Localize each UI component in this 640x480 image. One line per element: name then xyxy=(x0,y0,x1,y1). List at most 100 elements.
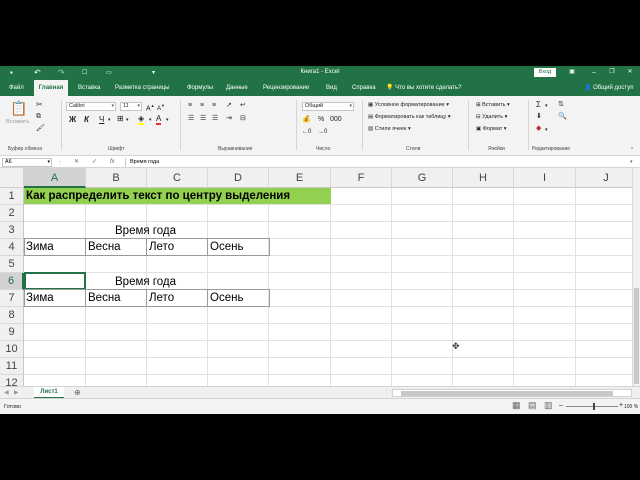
format-painter-icon[interactable]: 🖌 xyxy=(36,124,45,134)
row-header-8[interactable]: 8 xyxy=(0,307,24,324)
tab-home[interactable]: Главная xyxy=(34,80,68,96)
add-sheet-icon[interactable]: ⊕ xyxy=(74,389,81,397)
align-right-icon[interactable]: ☰ xyxy=(212,114,218,124)
align-bottom-icon[interactable]: ≡ xyxy=(212,101,216,111)
zoom-level[interactable]: 100 % xyxy=(624,403,638,411)
split-handle-icon[interactable]: ⋮ xyxy=(384,389,389,397)
find-select-icon[interactable]: 🔍 xyxy=(558,112,567,122)
wrap-text-icon[interactable]: ↵ xyxy=(240,101,246,111)
formula-input[interactable]: Время года xyxy=(125,158,638,167)
tell-me-box[interactable]: 💡 Что вы хотите сделать? xyxy=(386,80,461,96)
zoom-out-icon[interactable]: – xyxy=(559,402,563,410)
borders-dropdown-icon[interactable]: ▾ xyxy=(126,116,129,124)
zoom-slider-thumb[interactable] xyxy=(593,403,595,410)
underline-dropdown-icon[interactable]: ▾ xyxy=(108,116,111,124)
tab-view[interactable]: Вид xyxy=(326,80,337,96)
grow-font-icon[interactable]: A▲ xyxy=(146,102,155,113)
borders-icon[interactable]: ⊞ xyxy=(117,115,124,123)
font-name-combo[interactable]: Calibri ▾ xyxy=(66,102,116,111)
insert-function-icon[interactable]: fx xyxy=(110,158,115,167)
fill-color-dropdown-icon[interactable]: ▾ xyxy=(149,116,152,124)
column-header-a[interactable]: A xyxy=(24,168,86,188)
scroll-right-icon[interactable]: ▶ xyxy=(14,389,19,397)
column-header-b[interactable]: B xyxy=(86,168,147,188)
collapse-ribbon-icon[interactable]: ⌃ xyxy=(630,146,634,154)
tab-insert[interactable]: Вставка xyxy=(78,80,100,96)
signin-button[interactable]: Вход xyxy=(534,68,556,77)
autosum-dropdown-icon[interactable]: ▾ xyxy=(545,102,548,110)
cancel-icon[interactable]: ✕ xyxy=(74,158,79,167)
insert-cells-button[interactable]: ⊞ Вставить ▾ xyxy=(476,101,510,109)
fill-color-icon[interactable]: ◈ xyxy=(138,115,145,125)
zoom-slider[interactable] xyxy=(566,406,618,407)
conditional-formatting-button[interactable]: ▦ Условное форматирование ▾ xyxy=(368,101,449,109)
align-left-icon[interactable]: ☰ xyxy=(188,114,194,124)
font-size-combo[interactable]: 11 ▾ xyxy=(120,102,142,111)
row-header-10[interactable]: 10 xyxy=(0,341,24,358)
align-top-icon[interactable]: ≡ xyxy=(188,101,192,111)
restore-button[interactable]: ❐ xyxy=(606,67,618,78)
increase-decimal-icon[interactable]: ←0 xyxy=(302,128,311,136)
align-middle-icon[interactable]: ≡ xyxy=(200,101,204,111)
cell-c4[interactable]: Лето xyxy=(147,239,174,256)
normal-view-icon[interactable]: ▦ xyxy=(512,401,521,410)
cell-c7[interactable]: Лето xyxy=(147,290,174,307)
tab-data[interactable]: Данные xyxy=(226,80,248,96)
shrink-font-icon[interactable]: A▼ xyxy=(157,102,165,113)
bold-button[interactable]: Ж xyxy=(69,116,76,124)
close-button[interactable]: ✕ xyxy=(624,67,636,78)
cell-a7[interactable]: Зима xyxy=(24,290,54,307)
page-break-view-icon[interactable]: ▥ xyxy=(544,401,553,410)
enter-icon[interactable]: ✓ xyxy=(92,158,97,167)
thousands-separator-icon[interactable]: 000 xyxy=(330,116,342,124)
number-format-combo[interactable]: Общий ▾ xyxy=(302,102,354,111)
percent-icon[interactable]: % xyxy=(318,116,324,124)
row-header-9[interactable]: 9 xyxy=(0,324,24,341)
row-header-7[interactable]: 7 xyxy=(0,290,24,307)
ribbon-display-options-icon[interactable]: ▣ xyxy=(566,67,578,78)
column-header-e[interactable]: E xyxy=(269,168,331,188)
format-as-table-button[interactable]: ▤ Форматировать как таблицу ▾ xyxy=(368,113,451,121)
currency-icon[interactable]: 💰 xyxy=(302,116,311,124)
row-header-5[interactable]: 5 xyxy=(0,256,24,273)
scroll-left-icon[interactable]: ◀ xyxy=(4,389,9,397)
align-center-icon[interactable]: ☰ xyxy=(200,114,206,124)
expand-formula-bar-icon[interactable]: ▾ xyxy=(630,158,633,167)
autosum-icon[interactable]: Σ xyxy=(536,100,541,110)
share-button[interactable]: 👤 Общий доступ xyxy=(584,80,633,96)
sort-filter-icon[interactable]: ⇅ xyxy=(558,100,564,110)
copy-icon[interactable]: ⧉ xyxy=(36,112,41,122)
minimize-button[interactable]: – xyxy=(588,67,600,78)
cell-b7[interactable]: Весна xyxy=(86,290,121,307)
row-header-11[interactable]: 11 xyxy=(0,358,24,375)
column-header-g[interactable]: G xyxy=(392,168,453,188)
clear-dropdown-icon[interactable]: ▾ xyxy=(545,126,548,134)
fill-icon[interactable]: ⬇ xyxy=(536,112,542,122)
row-header-1[interactable]: 1 xyxy=(0,188,24,205)
paste-label[interactable]: Вставить xyxy=(6,118,29,126)
page-layout-view-icon[interactable]: ▤ xyxy=(528,401,537,410)
row-header-3[interactable]: 3 xyxy=(0,222,24,239)
tab-review[interactable]: Рецензирование xyxy=(263,80,309,96)
paste-icon[interactable]: 📋 xyxy=(10,100,27,116)
tab-help[interactable]: Справка xyxy=(352,80,376,96)
worksheet-grid[interactable]: A B C D E F G H I J 1 2 3 4 5 6 7 8 9 10… xyxy=(0,168,632,386)
row-header-2[interactable]: 2 xyxy=(0,205,24,222)
horizontal-scrollbar[interactable] xyxy=(392,389,632,397)
cell-a1[interactable]: Как распределить текст по центру выделен… xyxy=(24,188,290,204)
horizontal-scroll-thumb[interactable] xyxy=(401,391,613,396)
row-header-4[interactable]: 4 xyxy=(0,239,24,256)
column-header-f[interactable]: F xyxy=(331,168,392,188)
column-header-d[interactable]: D xyxy=(208,168,269,188)
indent-icon[interactable]: ⇥ xyxy=(226,114,232,124)
clear-icon[interactable]: ◆ xyxy=(536,124,541,134)
cell-styles-button[interactable]: ▧ Стили ячеек ▾ xyxy=(368,125,411,133)
column-header-i[interactable]: I xyxy=(514,168,576,188)
decrease-decimal-icon[interactable]: →0 xyxy=(318,128,327,136)
name-box[interactable]: A6 ▾ xyxy=(2,158,52,167)
delete-cells-button[interactable]: ⊟ Удалить ▾ xyxy=(476,113,507,121)
format-cells-button[interactable]: ▣ Формат ▾ xyxy=(476,125,507,133)
row-header-12[interactable]: 12 xyxy=(0,375,24,386)
select-all-corner[interactable] xyxy=(0,168,24,188)
orientation-icon[interactable]: ↗ xyxy=(226,101,232,111)
